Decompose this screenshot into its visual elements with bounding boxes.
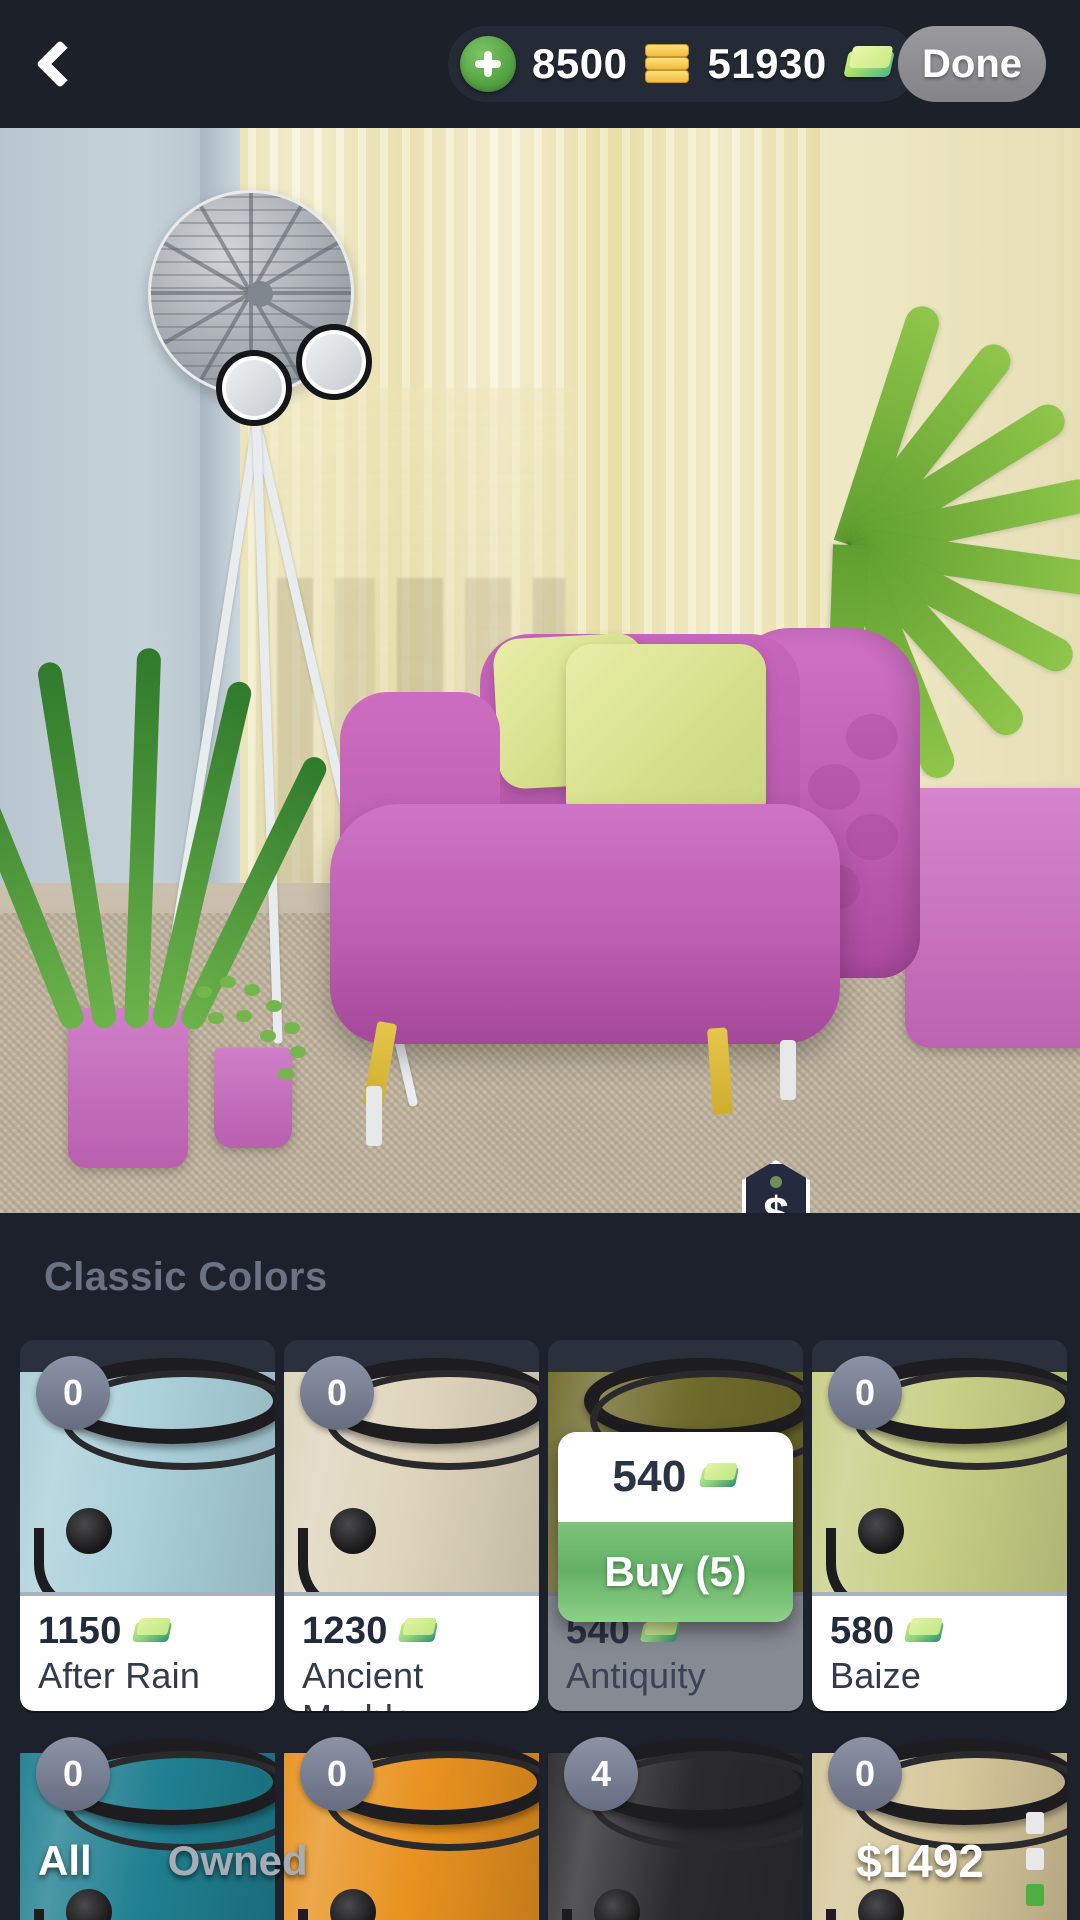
done-button[interactable]: Done bbox=[898, 26, 1046, 102]
section-title: Classic Colors bbox=[44, 1255, 328, 1299]
can-handle bbox=[34, 1528, 108, 1592]
paint-card-footer: 580 Baize bbox=[812, 1592, 1067, 1711]
buy-popup: 540 Buy (5) bbox=[558, 1432, 793, 1622]
back-button[interactable] bbox=[0, 0, 110, 128]
indicator-dots[interactable] bbox=[1026, 1812, 1044, 1906]
owned-count-badge: 0 bbox=[300, 1737, 374, 1811]
paint-card[interactable]: 0 1230Ancient Marble bbox=[284, 1340, 539, 1711]
owned-count-badge: 0 bbox=[36, 1356, 110, 1430]
ivy-plant bbox=[186, 976, 316, 1096]
owned-count-badge: 0 bbox=[828, 1737, 902, 1811]
owned-count-badge: 4 bbox=[564, 1737, 638, 1811]
cash-stack-icon bbox=[904, 1617, 945, 1647]
top-bar: 8500 51930 Done bbox=[0, 0, 1080, 128]
paint-card-footer: 1230Ancient Marble bbox=[284, 1592, 539, 1711]
owned-count-badge: 0 bbox=[300, 1356, 374, 1430]
pillow bbox=[566, 644, 766, 826]
can-handle bbox=[826, 1528, 900, 1592]
armchair[interactable] bbox=[330, 608, 920, 1146]
total-cost-label: $1492 bbox=[856, 1835, 984, 1887]
tag-hole-icon bbox=[770, 1176, 782, 1188]
buy-popup-price: 540 bbox=[612, 1452, 687, 1501]
paint-name: Baize bbox=[830, 1655, 922, 1696]
indicator-dot bbox=[1026, 1884, 1044, 1906]
owned-count-badge: 0 bbox=[828, 1356, 902, 1430]
lens-highlight-icon bbox=[296, 324, 372, 400]
room-scene[interactable]: $ bbox=[0, 128, 1080, 1213]
paint-card-footer: 1150 After Rain bbox=[20, 1592, 275, 1711]
can-handle bbox=[298, 1528, 372, 1592]
tab-owned[interactable]: Owned bbox=[168, 1837, 308, 1885]
paint-card[interactable]: 0 1150 After Rain bbox=[20, 1340, 275, 1711]
dollar-sign: $ bbox=[763, 1187, 789, 1213]
snake-plant-pot bbox=[68, 1008, 188, 1168]
tab-all[interactable]: All bbox=[38, 1837, 92, 1885]
buy-button[interactable]: Buy (5) bbox=[558, 1522, 793, 1622]
gold-bars-icon bbox=[643, 43, 691, 85]
price-tag-marker[interactable]: $ bbox=[742, 1160, 810, 1213]
cash-stack-icon bbox=[131, 1617, 172, 1647]
chair-seat bbox=[330, 804, 840, 1044]
lens-highlight-icon bbox=[216, 350, 292, 426]
coins-value: 8500 bbox=[532, 40, 628, 87]
currency-display: 8500 51930 bbox=[448, 26, 917, 102]
buy-popup-price-row: 540 bbox=[558, 1432, 793, 1522]
paint-name: Antiquity bbox=[566, 1655, 706, 1696]
paint-name: After Rain bbox=[38, 1655, 201, 1696]
paint-grid: 0 1150After Rain 0 1230Ancient Marble 540 Ant… bbox=[20, 1340, 1067, 1711]
paint-card[interactable]: 0 580 Baize bbox=[812, 1340, 1067, 1711]
owned-count-badge: 0 bbox=[36, 1737, 110, 1811]
add-currency-button[interactable] bbox=[460, 36, 516, 92]
paint-price: 1150 bbox=[38, 1610, 122, 1652]
paint-name: Ancient Marble bbox=[302, 1655, 424, 1711]
cash-stack-icon bbox=[397, 1617, 438, 1647]
cash-stack-icon bbox=[698, 1462, 739, 1492]
cash-value: 51930 bbox=[707, 40, 827, 87]
indicator-dot bbox=[1026, 1848, 1044, 1870]
shop-panel: Classic Colors 0 0 4 0 0 1150 After Rain 0 1230… bbox=[0, 1213, 1080, 1920]
paint-price: 1230 bbox=[302, 1610, 388, 1652]
paint-price: 580 bbox=[830, 1610, 895, 1652]
bottom-filter-bar: All Owned $1492 bbox=[0, 1802, 1080, 1920]
cash-stack-icon bbox=[842, 44, 895, 84]
chevron-left-icon bbox=[35, 39, 85, 89]
paint-card[interactable]: 540 Antiquity 540 Buy (5) bbox=[548, 1340, 803, 1711]
indicator-dot bbox=[1026, 1812, 1044, 1834]
